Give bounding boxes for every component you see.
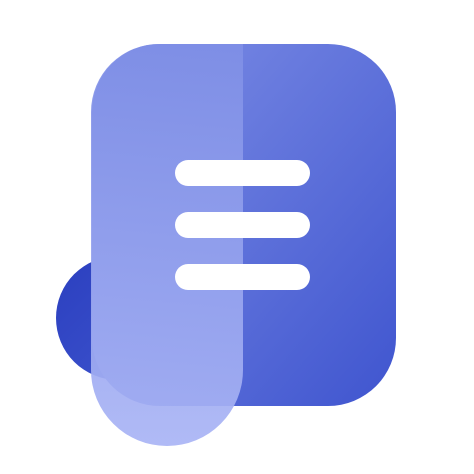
text-lines	[175, 160, 310, 290]
text-line-3	[175, 264, 310, 290]
document-fold-shape	[91, 43, 243, 447]
document-list-icon	[56, 43, 396, 447]
text-line-1	[175, 160, 310, 186]
text-line-2	[175, 212, 310, 238]
app-icon	[0, 0, 474, 474]
